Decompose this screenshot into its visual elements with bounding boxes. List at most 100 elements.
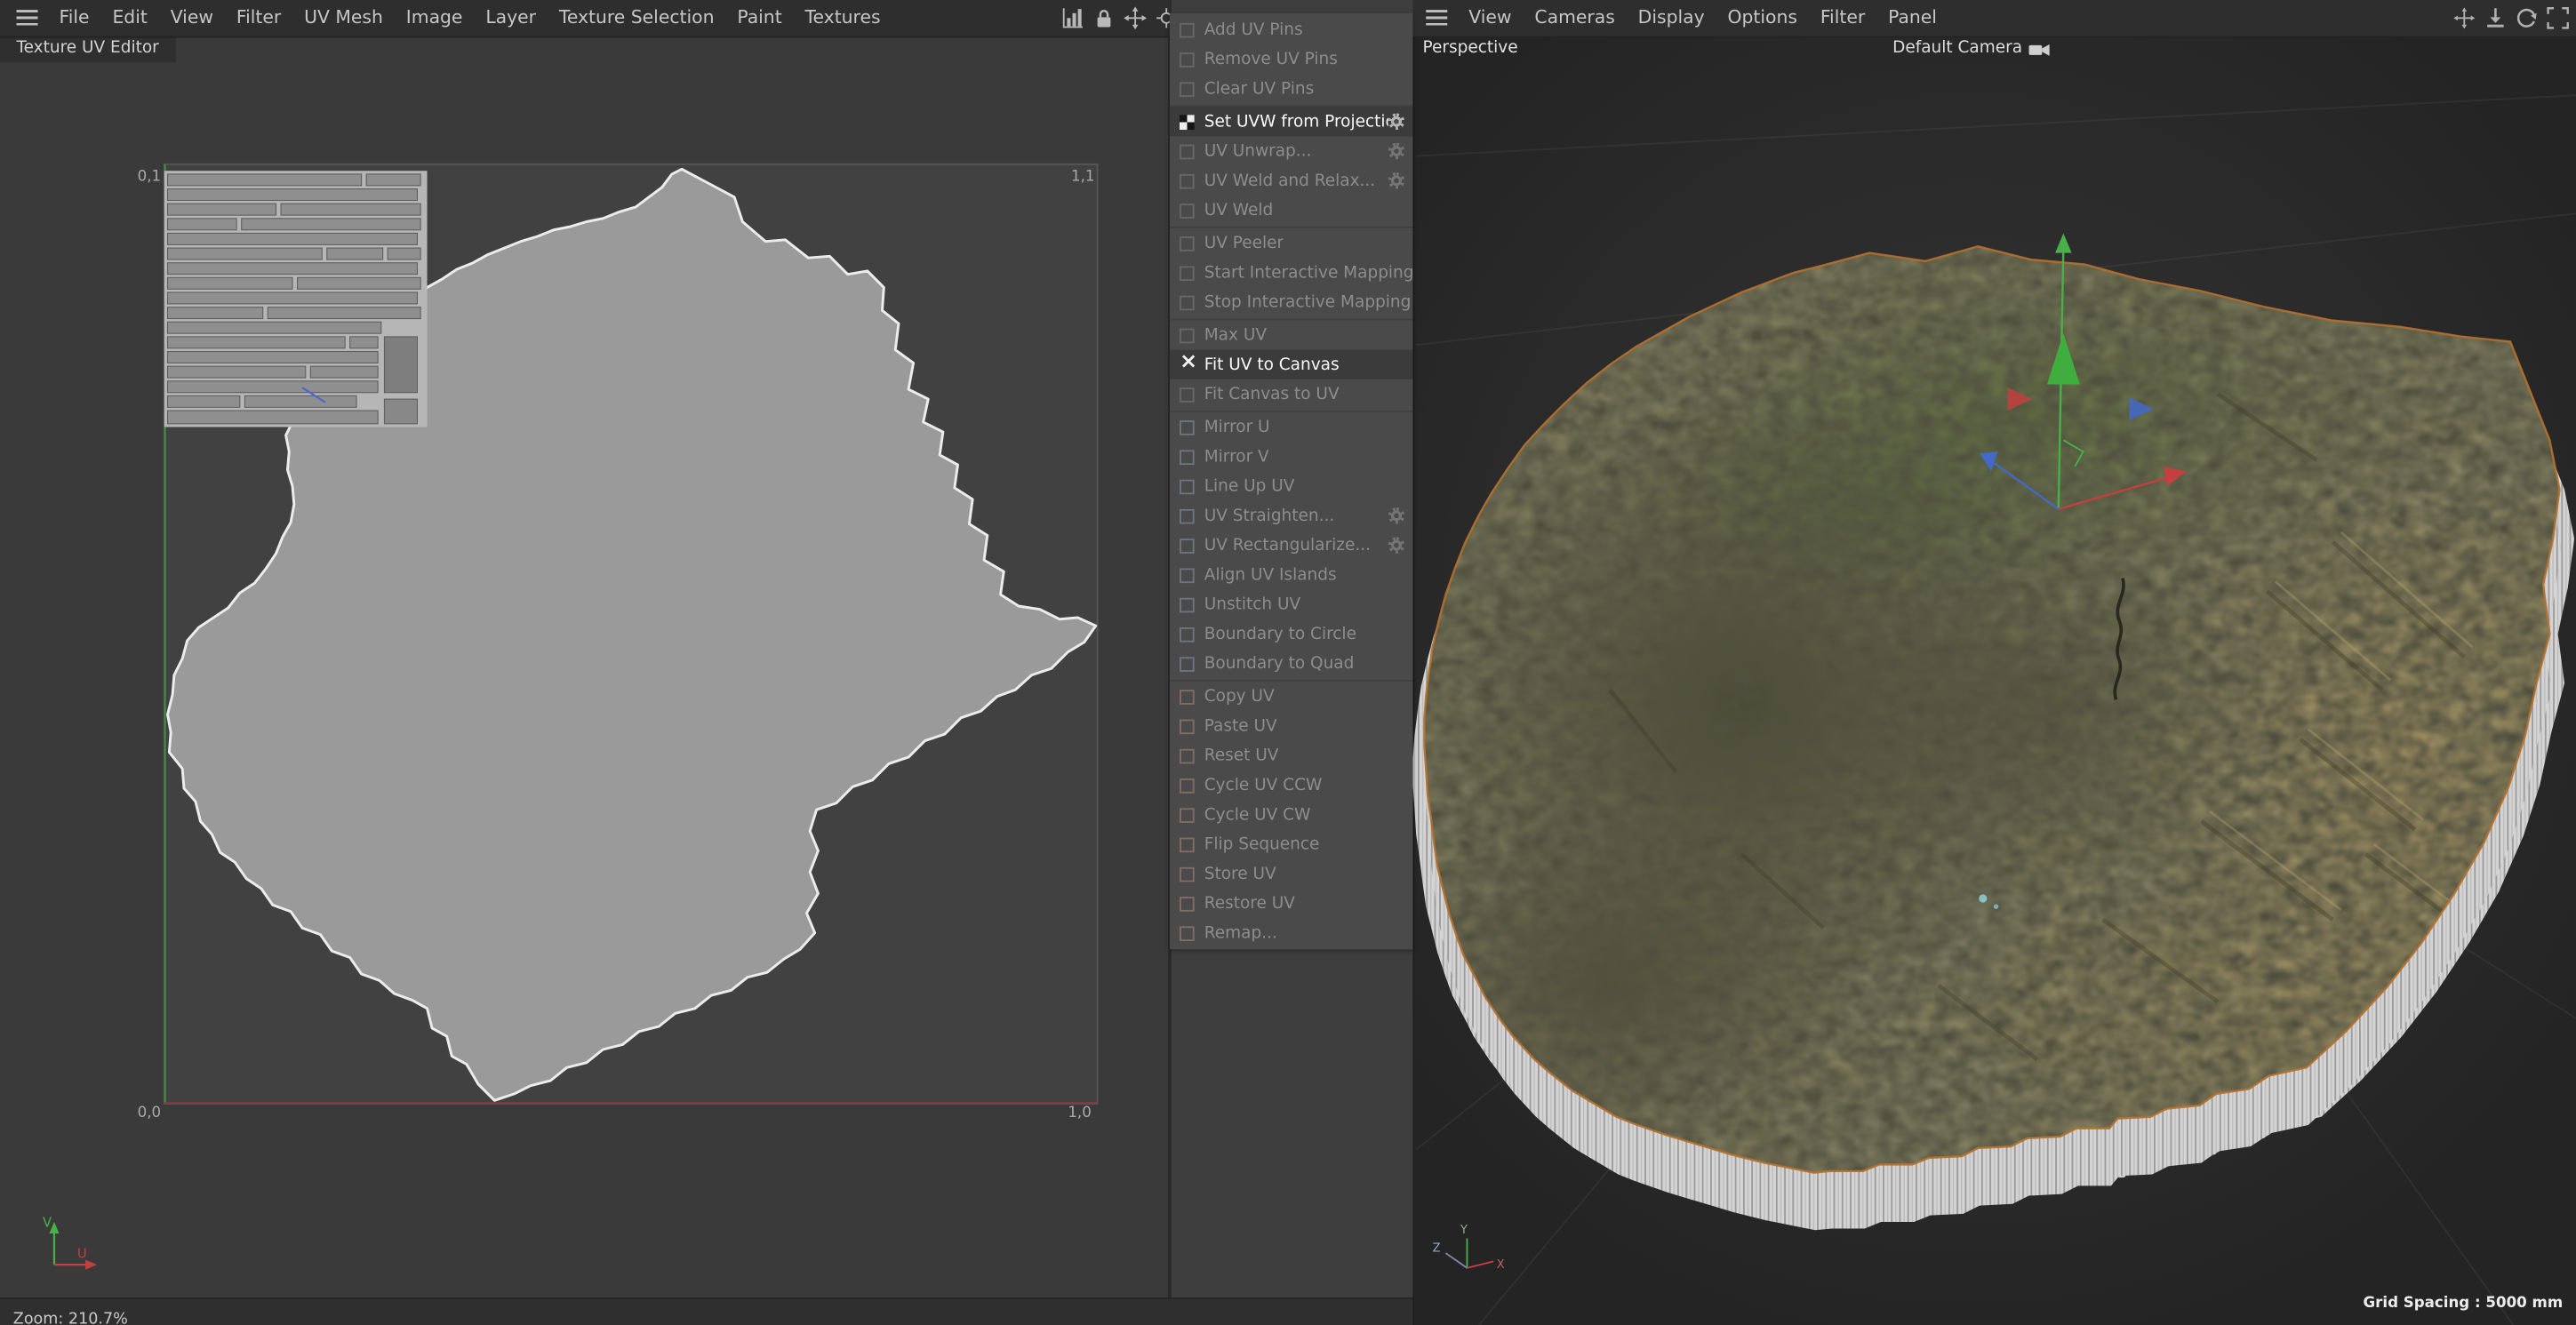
zoom-status: Zoom: 210.7% xyxy=(12,1310,128,1325)
copy-icon xyxy=(1180,689,1195,704)
cmd-max-uv[interactable]: Max UV xyxy=(1170,320,1413,349)
menu-layer[interactable]: Layer xyxy=(474,0,548,36)
fit-canvas-icon xyxy=(1180,387,1195,402)
cmd-cycle-uv-cw[interactable]: Cycle UV CW xyxy=(1170,800,1413,829)
camera-selector[interactable]: Default Camera xyxy=(1892,39,2050,58)
viewport-canvas[interactable]: Y X Z xyxy=(1412,0,2576,1325)
cmd-uv-weld-and-relax[interactable]: UV Weld and Relax... xyxy=(1170,166,1413,196)
menu-file[interactable]: File xyxy=(48,0,101,36)
lineup-icon xyxy=(1180,478,1195,494)
cmd-cycle-uv-ccw[interactable]: Cycle UV CCW xyxy=(1170,770,1413,800)
store-icon xyxy=(1180,866,1195,882)
cmd-mirror-u[interactable]: Mirror U xyxy=(1170,412,1413,442)
rotate-ccw-icon xyxy=(1180,778,1195,793)
pan-icon[interactable] xyxy=(2452,6,2476,29)
cmd-fit-uv-to-canvas[interactable]: Fit UV to Canvas xyxy=(1169,349,1413,379)
cmd-copy-uv[interactable]: Copy UV xyxy=(1170,682,1413,711)
application-window: File Edit View Filter UV Mesh Image Laye… xyxy=(0,0,2576,1325)
camera-name: Default Camera xyxy=(1892,39,2023,58)
cmd-paste-uv[interactable]: Paste UV xyxy=(1170,711,1413,740)
uv-corner-top-left: 0,1 xyxy=(137,169,162,186)
lock-icon[interactable] xyxy=(1092,6,1116,29)
menu-texture-selection[interactable]: Texture Selection xyxy=(548,0,725,36)
menu-image[interactable]: Image xyxy=(395,0,475,36)
reset-icon xyxy=(1180,747,1195,763)
cmd-uv-rectangularize[interactable]: UV Rectangularize... xyxy=(1170,531,1413,560)
download-icon[interactable] xyxy=(2484,6,2507,29)
menu-view[interactable]: View xyxy=(159,0,225,36)
cmd-boundary-to-quad[interactable]: Boundary to Quad xyxy=(1170,649,1413,678)
viewport-axis-indicator: Y X Z xyxy=(1433,1224,1505,1272)
straighten-icon xyxy=(1180,508,1195,523)
menu-uv-mesh[interactable]: UV Mesh xyxy=(292,0,395,36)
cmd-uv-weld[interactable]: UV Weld xyxy=(1170,196,1413,225)
cmd-clear-uv-pins[interactable]: Clear UV Pins xyxy=(1170,74,1413,103)
menu-vp-view[interactable]: View xyxy=(1457,0,1523,36)
weld-icon xyxy=(1180,203,1195,218)
grid-spacing-readout: Grid Spacing : 5000 mm xyxy=(2363,1296,2564,1313)
cmd-uv-peeler[interactable]: UV Peeler xyxy=(1170,228,1413,258)
menu-vp-options[interactable]: Options xyxy=(1716,0,1809,36)
hamburger-icon[interactable] xyxy=(1426,10,1448,27)
rotate-cw-icon xyxy=(1180,807,1195,823)
cmd-restore-uv[interactable]: Restore UV xyxy=(1170,889,1413,918)
terrain-surface-detail xyxy=(1424,246,2560,1173)
cmd-start-interactive-mapping[interactable]: Start Interactive Mapping xyxy=(1170,258,1412,287)
water-dot xyxy=(1993,904,1999,909)
cmd-uv-straighten[interactable]: UV Straighten... xyxy=(1170,501,1413,531)
histogram-icon[interactable] xyxy=(1061,6,1084,29)
tab-texture-uv-editor[interactable]: Texture UV Editor xyxy=(0,36,176,63)
menu-textures[interactable]: Textures xyxy=(794,0,892,36)
maximize-icon[interactable] xyxy=(2547,6,2570,29)
paste-icon xyxy=(1180,718,1195,734)
menu-paint[interactable]: Paint xyxy=(725,0,793,36)
cmd-stop-interactive-mapping[interactable]: Stop Interactive Mapping xyxy=(1170,287,1413,316)
flip-icon xyxy=(1180,836,1195,852)
menu-edit[interactable]: Edit xyxy=(101,0,159,36)
gear-icon[interactable] xyxy=(1388,507,1405,524)
screen: File Edit View Filter UV Mesh Image Laye… xyxy=(0,0,2576,1325)
gear-icon[interactable] xyxy=(1388,142,1405,160)
cmd-line-up-uv[interactable]: Line Up UV xyxy=(1170,471,1413,500)
sync-icon[interactable] xyxy=(2516,6,2539,29)
viewport-toolbar xyxy=(2452,6,2569,29)
cmd-uv-unwrap[interactable]: UV Unwrap... xyxy=(1170,136,1413,165)
cmd-store-uv[interactable]: Store UV xyxy=(1170,859,1413,889)
cmd-reset-uv[interactable]: Reset UV xyxy=(1170,741,1413,770)
hamburger-icon[interactable] xyxy=(16,10,38,27)
status-bar: Zoom: 210.7% xyxy=(0,1297,1413,1325)
menu-filter[interactable]: Filter xyxy=(225,0,292,36)
move-icon[interactable] xyxy=(1124,6,1148,30)
pin-icon xyxy=(1180,52,1195,67)
cmd-mirror-v[interactable]: Mirror V xyxy=(1170,442,1413,471)
cmd-unstitch-uv[interactable]: Unstitch UV xyxy=(1170,590,1413,619)
menu-vp-panel[interactable]: Panel xyxy=(1876,0,1948,36)
cmd-set-uvw-from-projection[interactable]: Set UVW from Projection... xyxy=(1169,107,1413,137)
boundary-quad-icon xyxy=(1180,656,1195,671)
gear-icon[interactable] xyxy=(1388,172,1405,189)
unwrap-icon xyxy=(1180,143,1195,159)
pin-icon xyxy=(1180,21,1195,37)
cmd-align-uv-islands[interactable]: Align UV Islands xyxy=(1170,560,1413,589)
cmd-remove-uv-pins[interactable]: Remove UV Pins xyxy=(1170,44,1413,74)
cmd-fit-canvas-to-uv[interactable]: Fit Canvas to UV xyxy=(1170,379,1413,409)
viewport-title: Perspective xyxy=(1422,39,1518,58)
max-uv-icon xyxy=(1180,327,1195,343)
menu-vp-cameras[interactable]: Cameras xyxy=(1523,0,1626,36)
menu-vp-filter[interactable]: Filter xyxy=(1809,0,1876,36)
gear-icon[interactable] xyxy=(1388,113,1405,131)
texture-thumbnail xyxy=(164,171,428,427)
cmd-flip-sequence[interactable]: Flip Sequence xyxy=(1170,829,1413,858)
cmd-boundary-to-circle[interactable]: Boundary to Circle xyxy=(1170,619,1413,649)
checker-icon xyxy=(1180,114,1195,130)
cmd-add-uv-pins[interactable]: Add UV Pins xyxy=(1170,15,1413,44)
mirror-v-icon xyxy=(1180,449,1195,465)
gear-icon[interactable] xyxy=(1388,537,1405,554)
menu-vp-display[interactable]: Display xyxy=(1627,0,1716,36)
uv-corner-bottom-right: 1,0 xyxy=(1068,1105,1092,1122)
terrain-model[interactable] xyxy=(1412,245,2576,1231)
remap-icon xyxy=(1180,925,1195,941)
cmd-remap[interactable]: Remap... xyxy=(1170,918,1413,947)
unstitch-icon xyxy=(1180,596,1195,612)
uv-canvas[interactable]: V U xyxy=(0,0,1170,1325)
